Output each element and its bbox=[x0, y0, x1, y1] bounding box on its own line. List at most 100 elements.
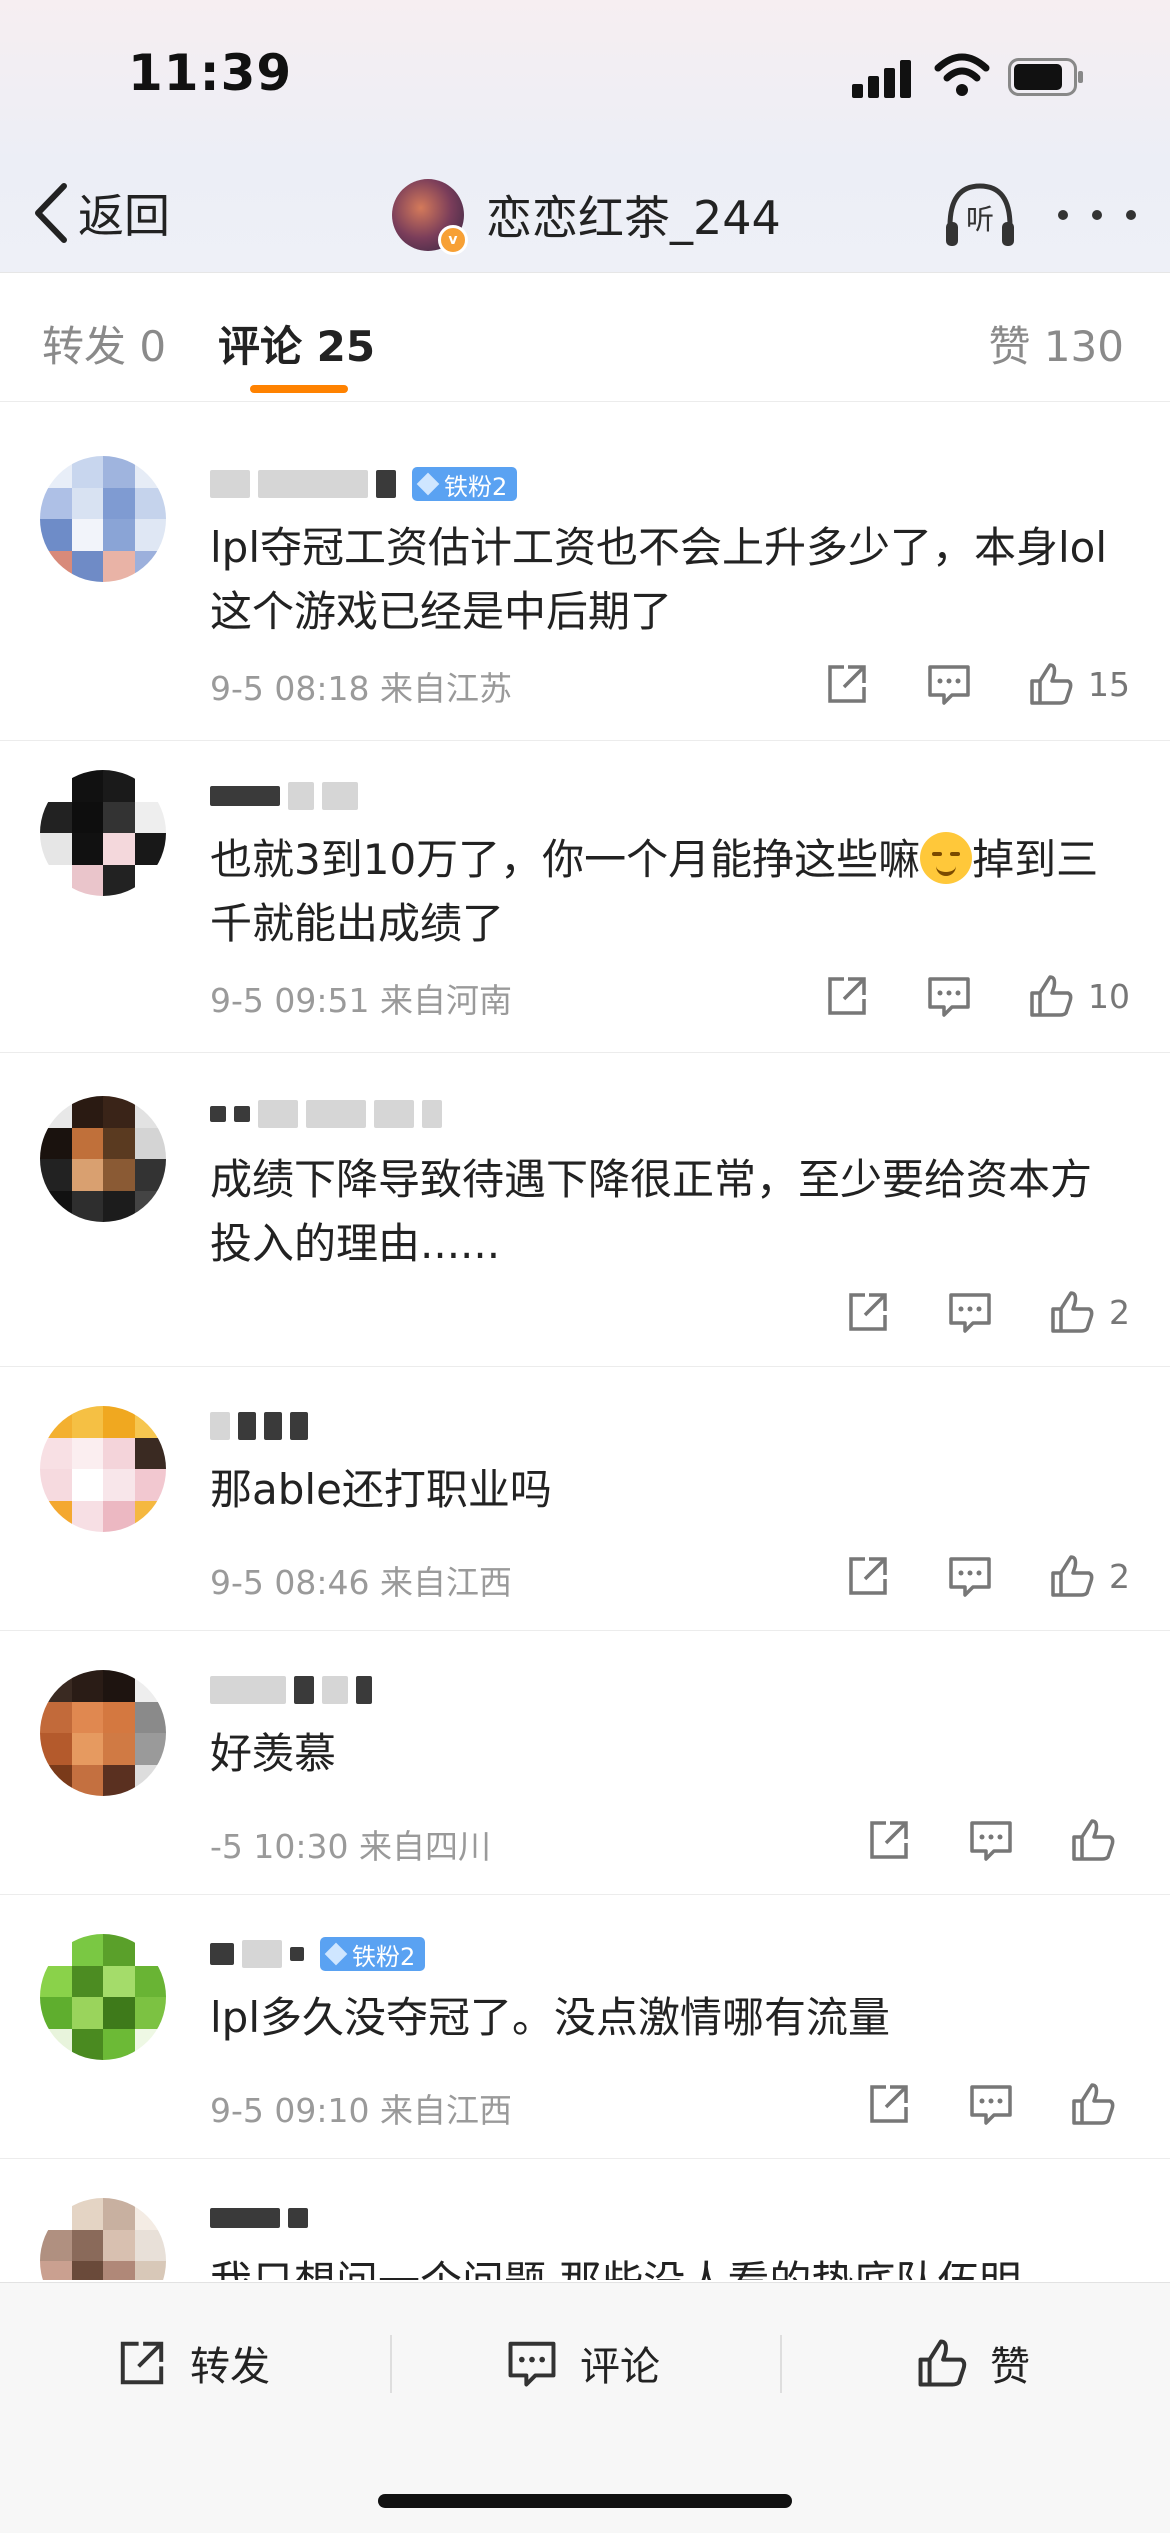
comment-item: 成绩下降导致待遇下降很正常，至少要给资本方投入的理由...... 2 bbox=[0, 1052, 1170, 1367]
repost-button[interactable] bbox=[845, 1553, 891, 1599]
wifi-icon bbox=[934, 53, 990, 96]
like-button[interactable] bbox=[1070, 1817, 1130, 1863]
comment-time: 9-5 08:18 bbox=[210, 669, 370, 708]
comment-meta: 9-5 08:46 来自江西 bbox=[210, 1556, 512, 1604]
bottom-like-button[interactable]: 赞 bbox=[916, 2323, 1030, 2403]
comment-actions: 2 bbox=[789, 1286, 1130, 1338]
tab-repost[interactable]: 转发 0 bbox=[42, 313, 166, 374]
diamond-icon bbox=[324, 1942, 348, 1966]
comment-icon bbox=[928, 665, 970, 705]
commenter-avatar[interactable] bbox=[40, 770, 166, 896]
reply-button[interactable] bbox=[926, 661, 972, 707]
author-name[interactable]: 恋恋红茶_244 bbox=[486, 182, 781, 248]
comment-icon bbox=[970, 2085, 1012, 2125]
comment-list[interactable]: 铁粉2 lpl夺冠工资估计工资也不会上升多少了，本身lol这个游戏已经是中后期了… bbox=[0, 400, 1170, 2280]
commenter-avatar[interactable] bbox=[40, 1934, 166, 2060]
more-options-button[interactable] bbox=[1058, 200, 1136, 230]
like-button[interactable]: 2 bbox=[1049, 1289, 1130, 1335]
comment-item: 也就3到10万了，你一个月能挣这些嘛 掉到三千就能出成绩了 9-5 09:51 来… bbox=[0, 740, 1170, 1053]
comment-actions: 10 bbox=[768, 970, 1130, 1022]
like-button[interactable] bbox=[1070, 2081, 1130, 2127]
commenter-avatar[interactable] bbox=[40, 1670, 166, 1796]
commenter-avatar[interactable] bbox=[40, 1096, 166, 1222]
like-button[interactable]: 10 bbox=[1028, 973, 1130, 1019]
back-button[interactable]: 返回 bbox=[32, 178, 170, 248]
comment-location: 来自河南 bbox=[380, 981, 512, 1020]
comment-location: 来自江苏 bbox=[380, 669, 512, 708]
reply-button[interactable] bbox=[968, 1817, 1014, 1863]
commenter-avatar[interactable] bbox=[40, 456, 166, 582]
commenter-name[interactable] bbox=[210, 2198, 316, 2238]
author-header[interactable]: v 恋恋红茶_244 bbox=[392, 170, 781, 260]
commenter-name[interactable]: 铁粉2 bbox=[210, 464, 518, 504]
cellular-signal-icon bbox=[852, 58, 914, 98]
verified-badge-icon: v bbox=[438, 225, 468, 255]
like-count: 10 bbox=[1088, 976, 1130, 1016]
comment-item: 那able还打职业吗 9-5 08:46 来自江西 2 bbox=[0, 1366, 1170, 1631]
share-icon bbox=[120, 2341, 164, 2385]
back-label: 返回 bbox=[78, 189, 170, 243]
more-dot-icon bbox=[1126, 210, 1136, 220]
repost-button[interactable] bbox=[824, 661, 870, 707]
share-icon bbox=[828, 665, 866, 703]
author-avatar[interactable]: v bbox=[392, 179, 468, 255]
commenter-name[interactable] bbox=[210, 1406, 316, 1446]
tab-likes[interactable]: 赞 130 bbox=[988, 313, 1124, 374]
comment-icon bbox=[949, 1293, 991, 1333]
repost-button[interactable] bbox=[824, 973, 870, 1019]
commenter-name[interactable]: 铁粉2 bbox=[210, 1934, 426, 1974]
thumbs-up-icon bbox=[1030, 663, 1073, 705]
comment-text: 那able还打职业吗 bbox=[210, 1465, 552, 1514]
comment-actions bbox=[810, 2078, 1130, 2130]
like-button[interactable]: 2 bbox=[1049, 1553, 1130, 1599]
comment-text: lpl多久没夺冠了。没点激情哪有流量 bbox=[210, 1993, 890, 2042]
comment-location: 来自江西 bbox=[380, 2091, 512, 2130]
bottom-comment-button[interactable]: 评论 bbox=[506, 2323, 660, 2403]
comment-icon bbox=[508, 2341, 556, 2387]
listen-button[interactable]: 听 bbox=[942, 178, 1018, 254]
more-dot-icon bbox=[1092, 210, 1102, 220]
comment-text: 成绩下降导致待遇下降很正常，至少要给资本方投入的理由...... bbox=[210, 1155, 1093, 1268]
like-button[interactable]: 15 bbox=[1028, 661, 1130, 707]
smirk-emoji-icon bbox=[920, 832, 973, 884]
comment-text: 我只想问一个问题 那些没人看的垫底队伍明 bbox=[210, 2250, 1110, 2280]
commenter-avatar[interactable] bbox=[40, 2198, 166, 2280]
comment-icon bbox=[949, 1557, 991, 1597]
comment-item: 铁粉2 lpl夺冠工资估计工资也不会上升多少了，本身lol这个游戏已经是中后期了… bbox=[0, 400, 1170, 741]
comment-text: 也就3到10万了，你一个月能挣这些嘛 掉到三千就能出成绩了 bbox=[210, 828, 1110, 956]
thumbs-up-icon bbox=[1051, 1291, 1094, 1333]
thumbs-up-icon bbox=[1030, 975, 1073, 1017]
status-time: 11:39 bbox=[128, 44, 293, 102]
share-icon bbox=[849, 1293, 887, 1331]
diamond-icon bbox=[416, 472, 440, 496]
thumbs-up-icon bbox=[1051, 1555, 1094, 1597]
tab-comments[interactable]: 评论 25 bbox=[218, 313, 375, 374]
commenter-name[interactable] bbox=[210, 776, 366, 816]
share-icon bbox=[828, 977, 866, 1015]
home-indicator[interactable] bbox=[378, 2494, 792, 2508]
thumbs-up-icon bbox=[1072, 2083, 1115, 2125]
share-icon bbox=[870, 2085, 908, 2123]
listen-label: 听 bbox=[965, 203, 994, 236]
comment-item: 铁粉2 lpl多久没夺冠了。没点激情哪有流量 9-5 09:10 来自江西 bbox=[0, 1894, 1170, 2159]
reply-button[interactable] bbox=[947, 1553, 993, 1599]
comment-location: 来自江西 bbox=[380, 1563, 512, 1602]
commenter-name[interactable] bbox=[210, 1670, 380, 1710]
reply-button[interactable] bbox=[926, 973, 972, 1019]
bottom-repost-button[interactable]: 转发 bbox=[116, 2323, 270, 2403]
repost-button[interactable] bbox=[845, 1289, 891, 1335]
comment-time: -5 10:30 bbox=[210, 1827, 349, 1866]
share-icon bbox=[870, 1821, 908, 1859]
commenter-avatar[interactable] bbox=[40, 1406, 166, 1532]
like-count: 2 bbox=[1109, 1556, 1130, 1596]
reply-button[interactable] bbox=[947, 1289, 993, 1335]
reply-button[interactable] bbox=[968, 2081, 1014, 2127]
commenter-name[interactable] bbox=[210, 1094, 450, 1134]
comment-meta: 9-5 08:18 来自江苏 bbox=[210, 662, 512, 710]
battery-icon bbox=[1008, 58, 1083, 96]
repost-button[interactable] bbox=[866, 1817, 912, 1863]
repost-button[interactable] bbox=[866, 2081, 912, 2127]
tab-bar: 转发 0 评论 25 赞 130 bbox=[0, 272, 1170, 402]
active-tab-indicator bbox=[250, 385, 348, 393]
comment-actions: 2 bbox=[789, 1550, 1130, 1602]
